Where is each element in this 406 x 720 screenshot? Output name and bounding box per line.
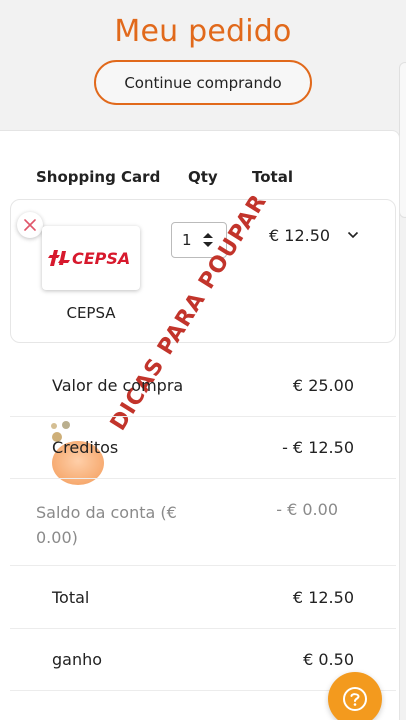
divider	[10, 565, 396, 566]
summary-credits-label: Creditos	[52, 438, 119, 457]
divider	[10, 416, 396, 417]
summary-gain-value: € 0.50	[303, 650, 354, 669]
summary-balance-label-line2: 0.00)	[36, 528, 78, 547]
summary-total-label: Total	[52, 588, 90, 607]
summary-credits-value: - € 12.50	[282, 438, 354, 457]
summary-balance-label-line1: Saldo da conta (€	[36, 503, 177, 522]
summary-total-value: € 12.50	[292, 588, 354, 607]
summary-purchase-value: € 25.00	[292, 376, 354, 395]
summary-gain-label: ganho	[52, 650, 103, 669]
summary-balance-value: - € 0.00	[276, 500, 338, 519]
divider	[10, 478, 396, 479]
summary-balance-label: Saldo da conta (€ 0.00)	[36, 500, 177, 550]
watermark-text: DICAS PARA POUPAR	[106, 190, 272, 435]
watermark: DICAS PARA POUPAR	[51, 190, 272, 485]
help-button[interactable]	[328, 672, 382, 720]
summary-purchase-label: Valor de compra	[52, 376, 184, 395]
divider	[10, 628, 396, 629]
question-icon	[343, 687, 367, 711]
